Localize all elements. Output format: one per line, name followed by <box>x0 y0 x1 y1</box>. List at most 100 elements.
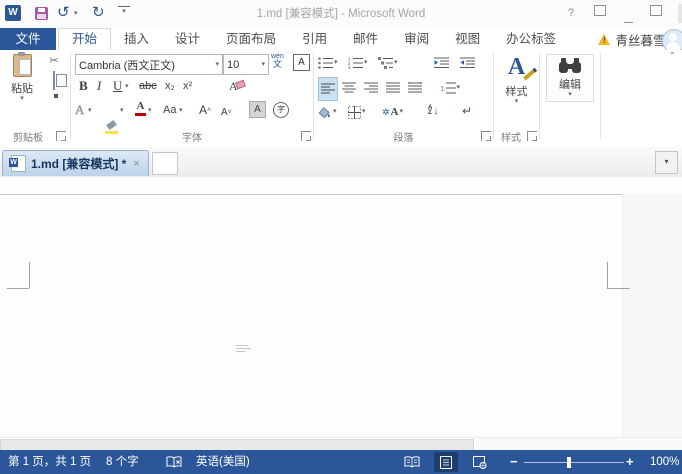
line-spacing-button[interactable]: ↕ ▾ <box>440 79 460 97</box>
change-case-button[interactable]: Aa <box>163 101 176 119</box>
language-indicator[interactable]: 英语(美国) <box>196 450 250 474</box>
account-area[interactable]: ! 青丝暮雪 ▾ <box>598 28 682 53</box>
undo-icon[interactable]: ↺ <box>57 2 70 24</box>
font-size-dropdown-icon[interactable]: ▾ <box>261 61 265 68</box>
asian-layout-button[interactable]: ✲ A ▾ <box>382 103 403 121</box>
font-color-dropdown-icon[interactable]: ▾ <box>148 107 152 114</box>
change-case-dropdown-icon[interactable]: ▾ <box>179 107 183 114</box>
tiny-text-artifact <box>236 343 252 352</box>
underline-dropdown-icon[interactable]: ▾ <box>125 83 129 90</box>
tab-home[interactable]: 开始 <box>58 28 112 52</box>
zoom-in-button[interactable]: + <box>626 450 634 474</box>
zoom-level[interactable]: 100% <box>650 450 679 474</box>
paste-button[interactable]: 粘贴 ▾ <box>4 52 40 102</box>
text-effects-dropdown-icon[interactable]: ▾ <box>88 107 92 114</box>
zoom-slider-track[interactable] <box>524 462 624 463</box>
tab-view[interactable]: 视图 <box>442 28 493 50</box>
underline-button[interactable]: U <box>113 77 122 95</box>
read-mode-button[interactable] <box>400 452 424 472</box>
font-name-combo[interactable]: Cambria (西文正文) ▾ <box>75 54 223 75</box>
tab-mailings[interactable]: 邮件 <box>340 28 391 50</box>
phonetic-guide-button[interactable]: wén 文 <box>271 53 284 69</box>
distributed-button[interactable] <box>408 79 422 97</box>
zoom-out-button[interactable]: − <box>510 450 518 474</box>
tab-references[interactable]: 引用 <box>289 28 340 50</box>
align-center-button[interactable] <box>342 79 356 97</box>
sort-button[interactable]: AZ ↓ <box>428 102 438 120</box>
editing-dropdown-icon[interactable]: ▾ <box>568 91 572 98</box>
save-icon[interactable] <box>35 7 48 20</box>
zoom-slider-thumb[interactable] <box>567 457 571 468</box>
tab-bar-dropdown-button[interactable]: ▾ <box>655 151 678 174</box>
ribbon-display-options-button[interactable] <box>590 4 610 23</box>
numbering-icon: 123 <box>348 57 363 69</box>
character-shading-button[interactable]: A <box>249 101 266 118</box>
font-color-button[interactable]: A <box>135 101 146 116</box>
character-border-button[interactable]: A <box>293 54 310 71</box>
subscript-button[interactable]: x₂ <box>165 77 175 95</box>
cut-button[interactable]: ✂ <box>44 53 64 70</box>
print-layout-button[interactable] <box>434 452 458 472</box>
strikethrough-button[interactable]: abc <box>139 77 157 95</box>
shrink-font-button[interactable]: A ˅ <box>221 103 232 121</box>
redo-icon[interactable]: ↻ <box>92 2 105 24</box>
borders-button[interactable]: ▾ <box>348 103 366 121</box>
editing-button[interactable]: 编辑 ▾ <box>546 54 594 102</box>
show-hide-marks-button[interactable]: ↵ <box>462 102 472 120</box>
format-painter-button[interactable] <box>44 94 64 111</box>
tab-file[interactable]: 文件 <box>0 28 56 50</box>
text-highlight-dropdown-icon[interactable]: ▾ <box>120 107 124 114</box>
tab-design[interactable]: 设计 <box>162 28 213 50</box>
maximize-button[interactable] <box>646 4 666 23</box>
vertical-scrollbar[interactable] <box>622 194 682 437</box>
copy-button[interactable] <box>44 71 64 90</box>
align-right-button[interactable] <box>364 79 378 97</box>
help-button[interactable]: ? <box>562 4 580 23</box>
text-effects-button[interactable]: A <box>75 101 85 119</box>
font-name-dropdown-icon[interactable]: ▾ <box>215 61 219 68</box>
multilevel-list-icon <box>378 57 393 69</box>
document-tab-close-icon[interactable]: × <box>133 158 139 170</box>
grow-font-button[interactable]: A ˄ <box>199 101 211 119</box>
proofing-errors-icon[interactable] <box>166 456 182 471</box>
tab-page-layout[interactable]: 页面布局 <box>213 28 289 50</box>
numbering-button[interactable]: 123 ▾ <box>348 54 368 72</box>
shading-button[interactable]: ▾ <box>318 103 337 121</box>
close-button[interactable] <box>678 4 682 23</box>
bullets-button[interactable]: ▾ <box>318 54 338 72</box>
minimize-button[interactable] <box>618 4 638 23</box>
enclose-characters-button[interactable]: 字 <box>273 102 289 118</box>
clear-formatting-button[interactable]: A <box>229 78 238 96</box>
multilevel-list-button[interactable]: ▾ <box>378 54 398 72</box>
decrease-indent-button[interactable] <box>434 54 449 72</box>
quick-access-toolbar-dropdown-icon[interactable]: ▾ <box>118 6 130 17</box>
bold-button[interactable]: B <box>79 77 88 95</box>
collapse-ribbon-icon[interactable]: ⌃ <box>668 51 676 62</box>
font-dialog-launcher-icon[interactable] <box>301 131 311 141</box>
align-left-button[interactable] <box>318 77 338 101</box>
document-area[interactable] <box>0 177 682 437</box>
web-layout-button[interactable] <box>468 452 492 472</box>
word-count[interactable]: 8 个字 <box>106 450 139 474</box>
page-indicator[interactable]: 第 1 页，共 1 页 <box>8 450 91 474</box>
tab-office-tab[interactable]: 办公标签 <box>493 28 569 50</box>
horizontal-scrollbar[interactable] <box>0 437 682 452</box>
ribbon: 粘贴 ▾ ✂ 剪贴板 Cambria (西文正文) ▾ 10 ▾ wén 文 A… <box>0 50 682 148</box>
tab-review[interactable]: 审阅 <box>391 28 442 50</box>
paste-dropdown-icon[interactable]: ▾ <box>20 95 24 102</box>
new-tab-button[interactable] <box>152 152 178 175</box>
font-size-combo[interactable]: 10 ▾ <box>223 54 269 75</box>
tab-insert[interactable]: 插入 <box>111 28 162 50</box>
increase-indent-button[interactable] <box>460 54 475 72</box>
styles-button[interactable]: A 样式 ▾ <box>496 55 537 105</box>
paragraph-dialog-launcher-icon[interactable] <box>481 131 491 141</box>
styles-dropdown-icon[interactable]: ▾ <box>515 98 519 105</box>
clipboard-dialog-launcher-icon[interactable] <box>56 131 66 141</box>
justify-button[interactable] <box>386 79 400 97</box>
styles-dialog-launcher-icon[interactable] <box>527 131 537 141</box>
superscript-button[interactable]: x² <box>183 77 192 95</box>
undo-dropdown-icon[interactable]: ▾ <box>74 9 78 17</box>
document-tab-active[interactable]: 1.md [兼容模式] * × <box>2 150 149 176</box>
italic-button[interactable]: I <box>97 77 101 95</box>
distributed-icon <box>408 82 422 93</box>
